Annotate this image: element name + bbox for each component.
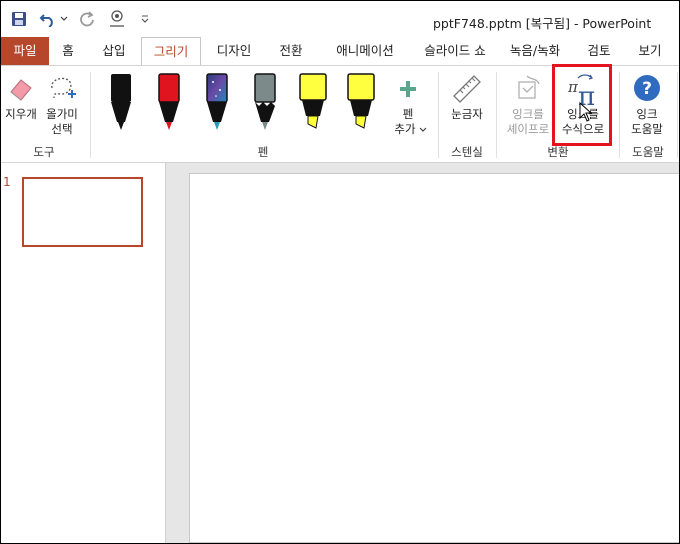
add-pen-label-line1: 펜: [402, 107, 414, 121]
pen-red[interactable]: [154, 72, 184, 132]
redo-button[interactable]: [77, 9, 97, 29]
undo-button[interactable]: [37, 9, 59, 29]
yellow-highlighter-icon: [299, 73, 327, 129]
slide-thumbnail-pane: 1: [1, 163, 166, 543]
ink-to-shape-label-line2: 셰이프로: [506, 122, 550, 136]
lasso-label-line2: 선택: [51, 122, 73, 136]
group-separator: [90, 72, 91, 158]
tab-draw[interactable]: 그리기: [141, 37, 201, 66]
galaxy-pen-icon: [206, 73, 228, 130]
yellow-highlighter-icon: [347, 73, 375, 129]
gray-pencil-icon: [254, 73, 276, 130]
pen-black[interactable]: [106, 72, 136, 132]
customize-quick-access-button[interactable]: [137, 9, 153, 29]
tab-transitions[interactable]: 전환: [271, 37, 311, 65]
add-pen-label-line2: 추가: [394, 122, 416, 136]
plus-icon: [400, 81, 416, 97]
lasso-label-line1: 올가미: [46, 107, 78, 121]
ruler-button[interactable]: 눈금자: [444, 66, 490, 140]
workspace: 1: [1, 163, 679, 543]
group-label-pens: 펜: [257, 145, 269, 159]
ruler-icon: [453, 75, 481, 103]
group-label-convert: 변환: [547, 145, 569, 159]
title-bar: pptF748.pptm [복구됨] - PowerPoint: [1, 1, 679, 37]
highlight-annotation: [552, 64, 612, 146]
lasso-select-button[interactable]: 올가미 선택: [41, 66, 83, 140]
group-label-tools: 도구: [33, 145, 55, 159]
tab-home[interactable]: 홈: [53, 37, 83, 65]
save-icon: [12, 12, 26, 26]
group-label-stencils: 스텐실: [451, 145, 483, 159]
tab-slideshow[interactable]: 슬라이드 쇼: [413, 37, 497, 65]
chevron-down-icon: [419, 127, 427, 132]
group-separator: [496, 72, 497, 158]
ink-to-shape-icon: [518, 75, 540, 99]
slide-canvas[interactable]: [189, 173, 679, 543]
ruler-label: 눈금자: [451, 107, 483, 121]
save-button[interactable]: [9, 9, 29, 29]
ink-help-label-line2: 도움말: [631, 122, 663, 136]
highlighter-yellow-2[interactable]: [346, 72, 376, 132]
ink-to-shape-button[interactable]: 잉크를 셰이프로: [501, 66, 555, 140]
undo-dropdown[interactable]: [59, 9, 69, 29]
group-separator: [677, 72, 678, 158]
group-separator: [619, 72, 620, 158]
touch-mode-button[interactable]: [105, 9, 129, 29]
tab-recording[interactable]: 녹음/녹화: [503, 37, 567, 65]
pencil-gray[interactable]: [250, 72, 280, 132]
pen-galaxy[interactable]: [202, 72, 232, 132]
undo-icon: [39, 14, 53, 27]
ink-help-button[interactable]: ? 잉크 도움말: [623, 66, 673, 140]
slide-thumbnail[interactable]: [22, 177, 143, 247]
group-label-help: 도움말: [632, 145, 664, 159]
tab-animations[interactable]: 애니메이션: [323, 37, 407, 65]
eraser-icon: [10, 79, 32, 101]
tab-file[interactable]: 파일: [1, 37, 49, 65]
black-pen-icon: [111, 74, 131, 130]
eraser-label: 지우개: [5, 107, 37, 121]
tab-view[interactable]: 보기: [629, 37, 671, 65]
powerpoint-window: pptF748.pptm [복구됨] - PowerPoint 파일 홈 삽입 …: [0, 0, 680, 544]
window-title: pptF748.pptm [복구됨] - PowerPoint: [433, 16, 652, 31]
ink-help-label-line1: 잉크: [636, 107, 658, 121]
redo-icon: [80, 11, 94, 27]
add-pen-button[interactable]: 펜 추가: [389, 66, 429, 140]
tab-review[interactable]: 검토: [579, 37, 619, 65]
lasso-icon: [51, 77, 76, 99]
tab-design[interactable]: 디자인: [209, 37, 259, 65]
slide-number: 1: [3, 175, 11, 189]
help-icon: ?: [634, 75, 660, 101]
chevron-down-icon: [60, 16, 68, 21]
highlighter-yellow[interactable]: [298, 72, 328, 132]
ink-to-shape-label-line1: 잉크를: [512, 107, 544, 121]
ribbon-tabs: 파일 홈 삽입 그리기 디자인 전환 애니메이션 슬라이드 쇼 녹음/녹화 검토…: [1, 37, 679, 66]
red-pen-icon: [158, 73, 180, 130]
touch-mode-icon: [110, 10, 124, 27]
tab-insert[interactable]: 삽입: [93, 37, 135, 65]
customize-icon: [141, 15, 149, 23]
svg-text:?: ?: [642, 79, 652, 99]
